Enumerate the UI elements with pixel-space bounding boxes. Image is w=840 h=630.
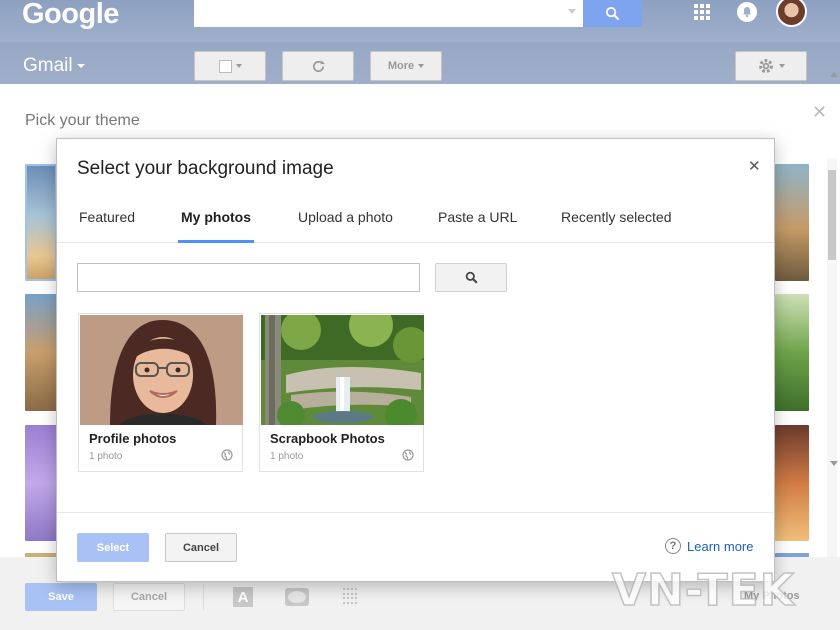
theme-tile[interactable] [25, 164, 57, 281]
theme-save-button[interactable]: Save [25, 583, 97, 611]
photo-search-input[interactable] [78, 264, 419, 291]
refresh-icon [312, 59, 325, 72]
dialog-footer-divider [57, 512, 774, 513]
notifications-bell-icon[interactable] [737, 2, 757, 22]
gmail-menu[interactable]: Gmail [23, 55, 85, 77]
gear-icon [759, 59, 773, 73]
chevron-down-icon [235, 64, 242, 68]
close-icon[interactable]: ✕ [748, 157, 761, 175]
waterfall-garden-image [261, 315, 424, 425]
more-button-label: More [387, 60, 415, 72]
select-button[interactable]: Select [77, 533, 149, 562]
vignette-icon[interactable] [285, 588, 309, 606]
tab-upload-photo[interactable]: Upload a photo [298, 209, 393, 243]
photo-search-button[interactable] [435, 263, 507, 292]
dialog-title: Select your background image [77, 158, 334, 179]
gmail-menu-label: Gmail [23, 55, 73, 76]
top-bar: Google [0, 0, 840, 42]
globe-icon [402, 449, 414, 461]
album-name: Scrapbook Photos [270, 431, 385, 446]
theme-tile[interactable] [775, 164, 809, 281]
album-card-profile-photos[interactable]: Profile photos 1 photo [78, 313, 243, 472]
checkbox-icon [218, 59, 232, 73]
help-icon: ? [665, 538, 681, 554]
tab-featured[interactable]: Featured [79, 209, 135, 243]
chevron-down-icon [76, 63, 85, 68]
mail-search-button[interactable] [583, 0, 642, 27]
album-count: 1 photo [270, 451, 304, 462]
album-thumbnail[interactable] [261, 315, 424, 425]
tab-recently-selected[interactable]: Recently selected [561, 209, 672, 243]
select-checkbox-button[interactable] [194, 51, 266, 81]
bell-icon [743, 7, 751, 18]
album-thumbnail[interactable] [80, 315, 243, 425]
profile-portrait-image [80, 315, 243, 425]
watermark-logo: VN-TEK [611, 564, 795, 617]
dialog-tabs: Featured My photos Upload a photo Paste … [57, 201, 774, 243]
album-count: 1 photo [89, 451, 123, 462]
photo-search-field[interactable] [77, 263, 420, 292]
theme-close-icon[interactable]: ✕ [812, 102, 827, 123]
more-button[interactable]: More [370, 51, 442, 81]
search-options-caret-icon[interactable] [568, 9, 576, 14]
tab-my-photos[interactable]: My photos [178, 209, 254, 243]
scrollbar-thumb[interactable] [828, 170, 836, 260]
settings-button[interactable] [735, 51, 807, 81]
theme-tile[interactable] [775, 425, 809, 541]
scroll-up-icon[interactable] [830, 72, 838, 77]
learn-more[interactable]: ? Learn more [665, 538, 753, 554]
album-name: Profile photos [89, 431, 177, 446]
refresh-button[interactable] [282, 51, 354, 81]
gmail-toolbar: Gmail More [0, 42, 840, 84]
theme-tile[interactable] [775, 294, 809, 411]
chevron-down-icon [418, 64, 425, 68]
theme-panel-title: Pick your theme [25, 112, 140, 129]
learn-more-link[interactable]: Learn more [687, 539, 753, 554]
account-avatar[interactable] [776, 0, 807, 27]
mail-search-input[interactable] [194, 0, 584, 27]
tab-paste-url[interactable]: Paste a URL [438, 209, 517, 243]
footer-divider [203, 584, 204, 610]
search-icon [465, 271, 478, 284]
globe-icon [221, 449, 233, 461]
chevron-down-icon [779, 64, 785, 68]
album-card-scrapbook-photos[interactable]: Scrapbook Photos 1 photo [259, 313, 424, 472]
google-logo[interactable]: Google [22, 0, 119, 31]
cancel-button[interactable]: Cancel [165, 533, 237, 562]
theme-tile[interactable] [25, 425, 57, 541]
apps-grid-icon[interactable] [694, 4, 710, 20]
search-icon [605, 6, 620, 21]
scroll-down-icon[interactable] [830, 461, 838, 466]
blur-icon[interactable] [343, 588, 359, 604]
theme-tile[interactable] [25, 294, 57, 411]
theme-cancel-button[interactable]: Cancel [113, 583, 185, 611]
text-background-icon[interactable]: A [233, 587, 253, 607]
background-image-dialog: Select your background image ✕ Featured … [56, 138, 775, 582]
